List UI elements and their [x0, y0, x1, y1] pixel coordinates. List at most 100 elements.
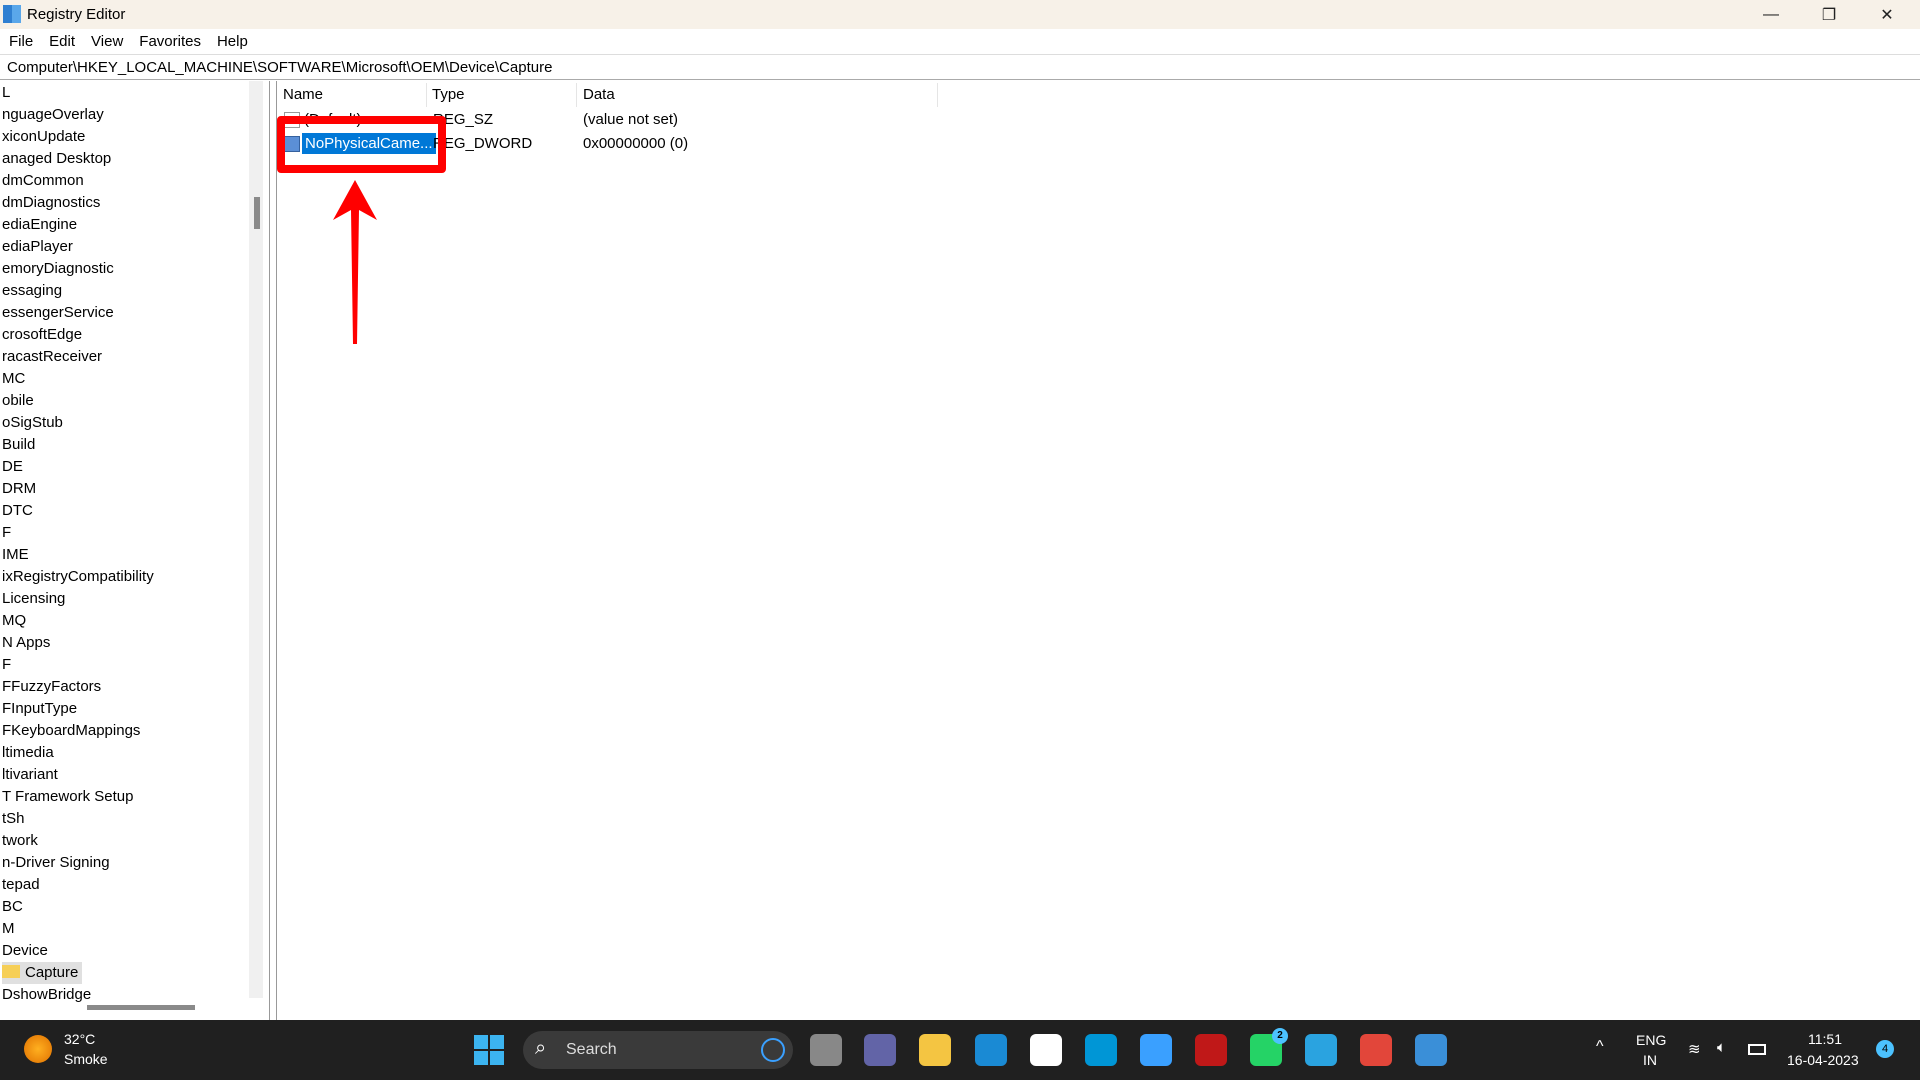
chrome-icon[interactable] [1360, 1034, 1392, 1066]
tree-item[interactable]: dmDiagnostics [2, 192, 100, 214]
tree-item[interactable]: M [2, 918, 15, 940]
tree-item[interactable]: racastReceiver [2, 346, 102, 368]
tree-item-label: Device [2, 942, 48, 959]
column-name[interactable]: Name [283, 86, 323, 103]
menu-favorites[interactable]: Favorites [139, 33, 201, 50]
search-box[interactable]: ⌕ Search [523, 1031, 793, 1069]
tree-item[interactable]: T Framework Setup [2, 786, 133, 808]
edge-icon[interactable] [975, 1034, 1007, 1066]
tree-item[interactable]: xiconUpdate [2, 126, 85, 148]
address-bar[interactable]: Computer\HKEY_LOCAL_MACHINE\SOFTWARE\Mic… [0, 54, 1920, 80]
tree-item[interactable]: MC [2, 368, 25, 390]
wifi-icon[interactable]: ≋ [1688, 1040, 1701, 1058]
tree-item[interactable]: ediaEngine [2, 214, 77, 236]
column-divider[interactable] [426, 83, 427, 107]
tree-item[interactable]: DE [2, 456, 23, 478]
tree-item[interactable]: anaged Desktop [2, 148, 111, 170]
minimize-button[interactable]: — [1742, 0, 1800, 29]
volume-icon[interactable]: 🔈︎ [1717, 1039, 1726, 1056]
tree-item[interactable]: FKeyboardMappings [2, 720, 140, 742]
tree-item[interactable]: tSh [2, 808, 25, 830]
battery-icon[interactable] [1748, 1044, 1766, 1055]
tree-item[interactable]: oSigStub [2, 412, 63, 434]
tree-item[interactable]: obile [2, 390, 34, 412]
tree-item-label: essaging [2, 282, 63, 299]
column-type[interactable]: Type [432, 86, 465, 103]
tree-item[interactable]: F [2, 522, 11, 544]
annotation-arrow [333, 180, 377, 344]
clock-date[interactable]: 16-04-2023 [1787, 1052, 1859, 1068]
language[interactable]: ENG [1636, 1032, 1666, 1048]
tree-item[interactable]: ediaPlayer [2, 236, 73, 258]
tree-item-label: ediaPlayer [2, 238, 73, 255]
tree-item[interactable]: nguageOverlay [2, 104, 104, 126]
tree-item[interactable]: MQ [2, 610, 26, 632]
tree-item-label: oSigStub [2, 414, 63, 431]
tree-item-label: DTC [2, 502, 33, 519]
tree-item-label: DshowBridge [2, 986, 92, 1003]
tree-item[interactable]: IME [2, 544, 29, 566]
clock-time[interactable]: 11:51 [1808, 1031, 1842, 1047]
tree-item-label: obile [2, 392, 34, 409]
bing-icon[interactable] [761, 1038, 785, 1062]
weather-temp[interactable]: 32°C [64, 1031, 95, 1047]
tree-item[interactable]: crosoftEdge [2, 324, 82, 346]
key-tree[interactable]: LnguageOverlay xiconUpdate anaged Desktop d… [0, 81, 270, 1021]
tree-item-label: Build [2, 436, 36, 453]
tree-item[interactable]: essengerService [2, 302, 114, 324]
tree-item[interactable]: FInputType [2, 698, 77, 720]
microsoft-store-icon[interactable] [1030, 1034, 1062, 1066]
tree-item[interactable]: Licensing [2, 588, 65, 610]
telegram-icon[interactable] [1305, 1034, 1337, 1066]
tree-item[interactable]: DTC [2, 500, 33, 522]
tree-item[interactable]: essaging [2, 280, 62, 302]
column-divider[interactable] [937, 83, 938, 107]
tree-item[interactable]: ltimedia [2, 742, 54, 764]
close-button[interactable]: ✕ [1858, 0, 1916, 29]
menu-edit[interactable]: Edit [49, 33, 75, 50]
task-view-icon[interactable] [810, 1034, 842, 1066]
file-explorer-icon[interactable] [919, 1034, 951, 1066]
menu-help[interactable]: Help [217, 33, 248, 50]
tree-horizontal-scroll-thumb[interactable] [87, 1005, 195, 1010]
registry-editor-icon[interactable] [1415, 1034, 1447, 1066]
mcafee-icon[interactable] [1195, 1034, 1227, 1066]
whatsapp-icon[interactable]: 2 [1250, 1028, 1288, 1066]
teams-chat-icon[interactable] [864, 1034, 896, 1066]
menu-file[interactable]: File [9, 33, 33, 50]
tree-item-label: ixRegistryCompatibility [2, 568, 154, 585]
tree-item[interactable]: tepad [2, 874, 40, 896]
weather-icon[interactable] [24, 1035, 52, 1063]
tree-item-label: FFuzzyFactors [2, 678, 102, 695]
tree-item[interactable]: n-Driver Signing [2, 852, 110, 874]
tree-item-label: essengerService [2, 304, 114, 321]
app-badge: 2 [1272, 1028, 1288, 1044]
tree-item[interactable]: Build [2, 434, 35, 456]
weather-desc[interactable]: Smoke [64, 1051, 108, 1067]
tree-item[interactable]: Device [2, 940, 48, 962]
tree-item[interactable]: L [2, 82, 10, 104]
show-hidden-icons-button[interactable]: ^ [1596, 1038, 1604, 1056]
tree-item[interactable]: DshowBridge [2, 984, 91, 1006]
tree-item[interactable]: twork [2, 830, 38, 852]
tree-item[interactable]: ltivariant [2, 764, 58, 786]
tree-item[interactable]: FFuzzyFactors [2, 676, 101, 698]
restore-button[interactable]: ❐ [1800, 0, 1858, 29]
tree-item[interactable]: N Apps [2, 632, 50, 654]
start-button[interactable] [474, 1035, 504, 1065]
tree-item[interactable]: ixRegistryCompatibility [2, 566, 154, 588]
notification-badge[interactable]: 4 [1876, 1040, 1894, 1058]
region[interactable]: IN [1643, 1052, 1657, 1068]
myhp-icon[interactable] [1085, 1034, 1117, 1066]
tree-item[interactable]: BC [2, 896, 23, 918]
tree-item[interactable]: DRM [2, 478, 36, 500]
column-data[interactable]: Data [583, 86, 615, 103]
help-icon[interactable] [1140, 1034, 1172, 1066]
tree-item[interactable]: dmCommon [2, 170, 84, 192]
menu-view[interactable]: View [91, 33, 123, 50]
column-divider[interactable] [576, 83, 577, 107]
tree-item[interactable]: emoryDiagnostic [2, 258, 114, 280]
tree-item[interactable]: F [2, 654, 11, 676]
tree-scroll-thumb[interactable] [254, 197, 260, 229]
tree-item[interactable]: Capture [2, 962, 83, 984]
